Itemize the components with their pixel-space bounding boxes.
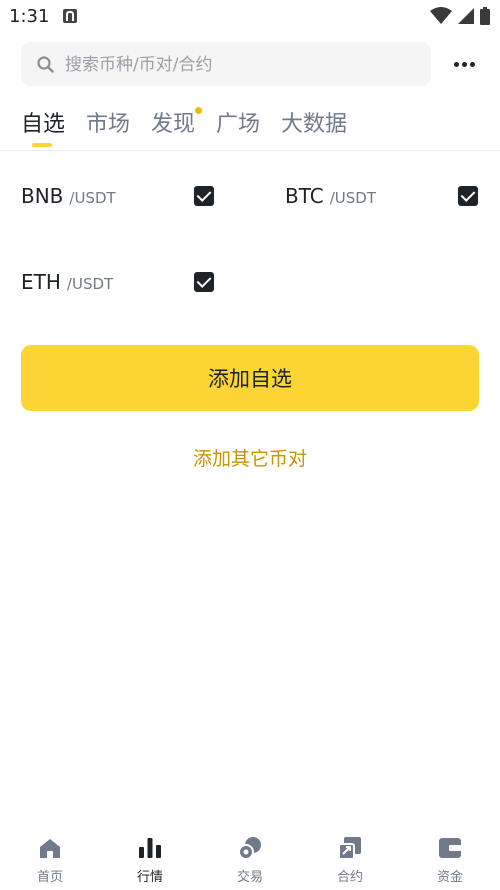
system-icons — [430, 7, 490, 25]
tab-big-data[interactable]: 大数据 — [281, 106, 347, 138]
more-dot-icon — [462, 62, 467, 67]
pair-checkbox-bnb[interactable] — [194, 186, 214, 206]
pair-item-eth[interactable]: ETH/USDT — [21, 270, 113, 300]
add-to-watchlist-button[interactable]: 添加自选 — [21, 345, 479, 411]
pair-checkbox-btc[interactable] — [458, 186, 478, 206]
market-tabs: 自选 市场 发现 广场 大数据 — [0, 100, 500, 151]
more-menu-button[interactable] — [446, 52, 486, 76]
nav-item-futures[interactable]: 合约 — [300, 826, 400, 890]
more-dot-icon — [470, 62, 475, 67]
wallet-icon — [439, 838, 461, 858]
nav-label: 合约 — [336, 870, 363, 885]
markets-icon — [139, 838, 161, 858]
pair-item-btc[interactable]: BTC/USDT — [285, 184, 376, 214]
search-input[interactable] — [63, 42, 417, 88]
tab-favorites[interactable]: 自选 — [21, 106, 65, 138]
tab-discover[interactable]: 发现 — [151, 106, 195, 138]
add-other-pairs-link[interactable]: 添加其它币对 — [0, 444, 500, 471]
notification-icon — [63, 9, 77, 23]
status-bar: 1:31 — [0, 0, 500, 34]
battery-icon — [480, 7, 490, 25]
pair-base: BTC — [285, 184, 324, 208]
status-time: 1:31 — [9, 6, 50, 27]
active-tab-indicator — [32, 143, 52, 147]
more-dot-icon — [454, 62, 459, 67]
pair-quote: /USDT — [329, 189, 377, 207]
nav-item-home[interactable]: 首页 — [0, 826, 100, 890]
pair-base: ETH — [21, 270, 61, 294]
discover-badge-dot — [195, 107, 202, 114]
pair-checkbox-eth[interactable] — [194, 272, 214, 292]
wifi-icon — [430, 7, 452, 24]
pair-quote: /USDT — [69, 189, 116, 207]
nav-label: 首页 — [36, 870, 63, 885]
pair-quote: /USDT — [66, 275, 114, 293]
app-screen: 1:31 自选 市场 发现 广场 — [0, 0, 500, 890]
search-bar[interactable] — [21, 42, 431, 88]
nav-label: 资金 — [436, 870, 463, 885]
home-icon — [40, 839, 60, 858]
bottom-navigation: 首页 行情 交易 合约 资金 — [0, 826, 500, 890]
nav-label: 交易 — [236, 870, 263, 885]
signal-icon — [458, 8, 474, 24]
trade-icon — [238, 837, 261, 860]
tab-market[interactable]: 市场 — [86, 106, 130, 138]
tab-square[interactable]: 广场 — [216, 106, 260, 138]
nav-item-trade[interactable]: 交易 — [200, 826, 300, 890]
pair-base: BNB — [21, 184, 64, 208]
nav-item-markets[interactable]: 行情 — [100, 826, 200, 890]
pair-item-bnb[interactable]: BNB/USDT — [21, 184, 116, 214]
futures-icon — [338, 837, 361, 860]
nav-item-wallet[interactable]: 资金 — [400, 826, 500, 890]
search-icon — [37, 56, 54, 73]
nav-label: 行情 — [136, 870, 163, 885]
